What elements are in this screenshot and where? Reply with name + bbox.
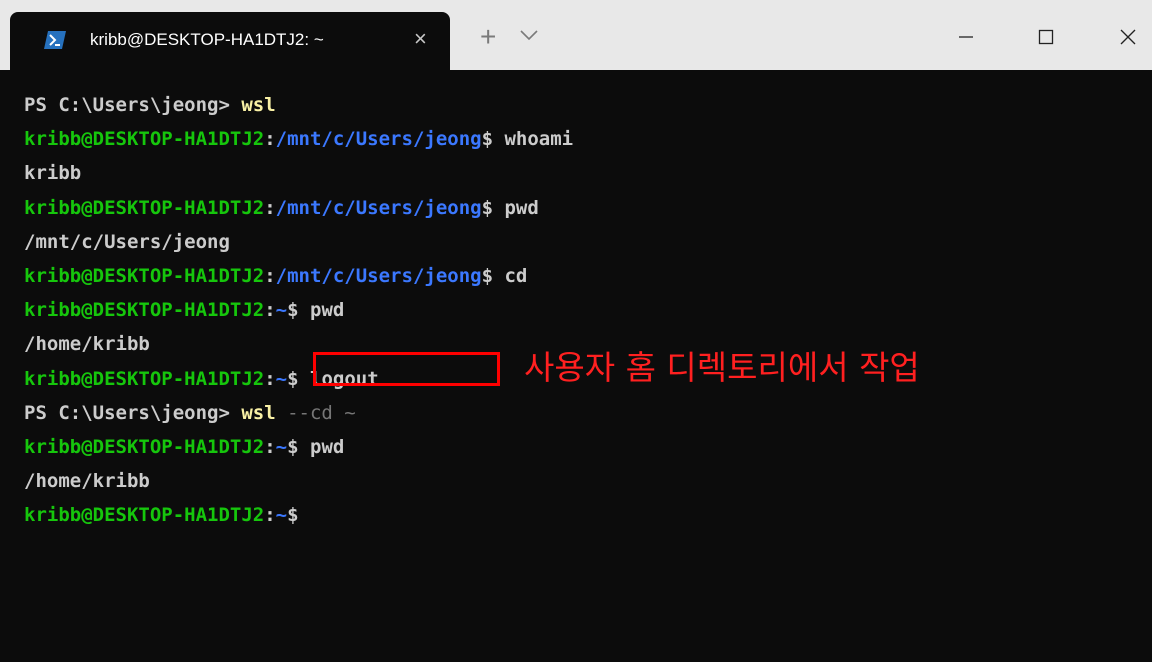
- tab-close-button[interactable]: ×: [414, 26, 427, 52]
- terminal-text-segment: $ cd: [481, 264, 528, 287]
- terminal-text-segment: $ pwd: [287, 435, 345, 458]
- terminal-text-segment: kribb@DESKTOP-HA1DTJ2: [24, 504, 265, 527]
- new-tab-button[interactable]: +: [480, 23, 496, 51]
- maximize-button[interactable]: [1026, 20, 1066, 54]
- terminal-text-segment: :: [264, 264, 276, 287]
- terminal-text-segment: kribb: [24, 162, 82, 185]
- terminal-text-segment: kribb@DESKTOP-HA1DTJ2: [24, 196, 265, 219]
- terminal-tab[interactable]: kribb@DESKTOP-HA1DTJ2: ~ ×: [10, 12, 450, 70]
- maximize-icon: [1038, 29, 1054, 45]
- title-bar: kribb@DESKTOP-HA1DTJ2: ~ × +: [0, 0, 1152, 70]
- terminal-line: /home/kribb: [24, 464, 573, 498]
- terminal-line: PS C:\Users\jeong> wsl: [24, 88, 573, 122]
- terminal-text-segment: :: [264, 128, 276, 151]
- terminal-text-segment: /mnt/c/Users/jeong: [275, 264, 482, 287]
- chevron-down-icon[interactable]: [518, 26, 540, 44]
- terminal-text-segment: kribb@DESKTOP-HA1DTJ2: [24, 435, 265, 458]
- terminal-text-segment: ~: [275, 367, 288, 390]
- terminal-text-segment: /home/kribb: [24, 333, 150, 356]
- terminal-line: kribb@DESKTOP-HA1DTJ2:/mnt/c/Users/jeong…: [24, 191, 573, 225]
- terminal-text-segment: $: [287, 504, 299, 527]
- terminal-text-segment: $ pwd: [481, 196, 539, 219]
- terminal-text-segment: wsl: [241, 94, 276, 116]
- terminal-text-segment: kribb@DESKTOP-HA1DTJ2: [24, 128, 265, 151]
- terminal-text-segment: :: [264, 504, 276, 527]
- annotation-label: 사용자 홈 디렉토리에서 작업: [524, 348, 920, 387]
- terminal-output[interactable]: PS C:\Users\jeong> wsl kribb@DESKTOP-HA1D…: [24, 88, 573, 532]
- terminal-text-segment: PS C:\Users\jeong>: [24, 94, 242, 116]
- terminal-text-segment: /mnt/c/Users/jeong: [275, 128, 482, 151]
- terminal-line: kribb: [24, 156, 573, 190]
- terminal-line: PS C:\Users\jeong> wsl --cd ~: [24, 396, 573, 430]
- terminal-text-segment: :: [264, 435, 276, 458]
- terminal-line: kribb@DESKTOP-HA1DTJ2:~$: [24, 498, 573, 532]
- terminal-text-segment: $ pwd: [287, 299, 345, 322]
- terminal-text-segment: kribb@DESKTOP-HA1DTJ2: [24, 299, 265, 322]
- minimize-icon: [959, 36, 973, 38]
- terminal-text-segment: ~: [275, 299, 288, 322]
- tab-title: kribb@DESKTOP-HA1DTJ2: ~: [90, 30, 324, 49]
- highlight-box: [313, 352, 500, 386]
- terminal-line: kribb@DESKTOP-HA1DTJ2:~$ pwd: [24, 293, 573, 327]
- terminal-text-segment: /mnt/c/Users/jeong: [275, 196, 482, 219]
- terminal-line: kribb@DESKTOP-HA1DTJ2:~$ pwd: [24, 430, 573, 464]
- terminal-text-segment: :: [264, 196, 276, 219]
- terminal-text-segment: --cd ~: [275, 401, 356, 424]
- terminal-text-segment: ~: [275, 435, 288, 458]
- terminal-text-segment: /home/kribb: [24, 470, 150, 493]
- terminal-text-segment: /mnt/c/Users/jeong: [24, 230, 230, 253]
- terminal-line: kribb@DESKTOP-HA1DTJ2:/mnt/c/Users/jeong…: [24, 122, 573, 156]
- terminal-line: /mnt/c/Users/jeong: [24, 225, 573, 259]
- minimize-button[interactable]: [946, 20, 986, 54]
- terminal-line: kribb@DESKTOP-HA1DTJ2:/mnt/c/Users/jeong…: [24, 259, 573, 293]
- terminal-text-segment: PS C:\Users\jeong>: [24, 401, 242, 424]
- terminal-text-segment: $ whoami: [481, 128, 574, 151]
- terminal-text-segment: ~: [275, 504, 288, 527]
- terminal-text-segment: kribb@DESKTOP-HA1DTJ2: [24, 367, 265, 390]
- terminal-text-segment: wsl: [241, 401, 276, 424]
- terminal-text-segment: :: [264, 367, 276, 390]
- close-icon: [1120, 29, 1136, 45]
- terminal-text-segment: kribb@DESKTOP-HA1DTJ2: [24, 264, 265, 287]
- powershell-icon: [44, 31, 66, 49]
- terminal-text-segment: :: [264, 299, 276, 322]
- close-button[interactable]: [1108, 20, 1148, 54]
